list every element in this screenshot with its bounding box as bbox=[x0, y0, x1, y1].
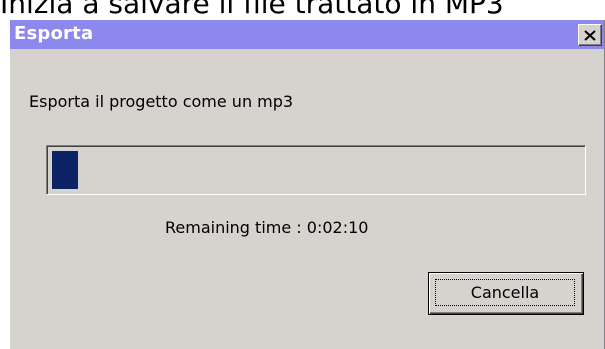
dialog-titlebar[interactable]: Esporta bbox=[10, 20, 604, 49]
dialog-title: Esporta bbox=[14, 23, 94, 44]
export-dialog: Esporta Esporta il progetto come un mp3 … bbox=[9, 19, 605, 349]
export-message: Esporta il progetto come un mp3 bbox=[29, 92, 294, 111]
close-icon bbox=[584, 29, 596, 41]
cancel-button[interactable]: Cancella bbox=[428, 272, 584, 315]
progress-bar bbox=[46, 145, 586, 195]
progress-bar-fill bbox=[52, 151, 78, 189]
remaining-time-text: Remaining time : 0:02:10 bbox=[165, 218, 369, 237]
screenshot: Inizia a salvare il file trattato in MP3… bbox=[0, 0, 605, 349]
close-button[interactable] bbox=[578, 24, 602, 46]
cancel-button-label: Cancella bbox=[435, 279, 575, 306]
